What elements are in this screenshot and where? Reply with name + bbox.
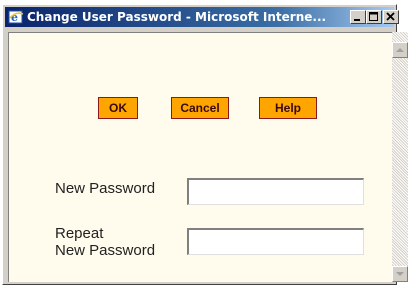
minimize-button[interactable] — [350, 10, 366, 24]
repeat-label-line2: New Password — [55, 242, 156, 259]
maximize-button[interactable] — [366, 10, 382, 24]
repeat-password-field[interactable] — [187, 228, 364, 255]
new-password-field[interactable] — [187, 178, 364, 205]
browser-popup-window: e Change User Password - Microsoft Inter… — [2, 4, 408, 285]
title-bar[interactable]: e Change User Password - Microsoft Inter… — [5, 7, 399, 27]
ie-icon: e — [8, 9, 24, 25]
new-password-label: New Password — [55, 180, 156, 197]
window-title: Change User Password - Microsoft Interne… — [27, 10, 327, 24]
vertical-scrollbar[interactable] — [392, 32, 408, 282]
page-content: OK Cancel Help New Password Repeat New P… — [8, 32, 392, 282]
scroll-up-button[interactable] — [392, 42, 408, 58]
close-button[interactable] — [383, 10, 399, 24]
repeat-password-label: Repeat New Password — [55, 225, 155, 259]
ok-button[interactable]: OK — [98, 97, 138, 119]
help-button[interactable]: Help — [259, 97, 317, 119]
repeat-label-line1: Repeat — [55, 225, 104, 242]
scroll-down-button[interactable] — [392, 266, 408, 282]
cancel-button[interactable]: Cancel — [171, 97, 229, 119]
